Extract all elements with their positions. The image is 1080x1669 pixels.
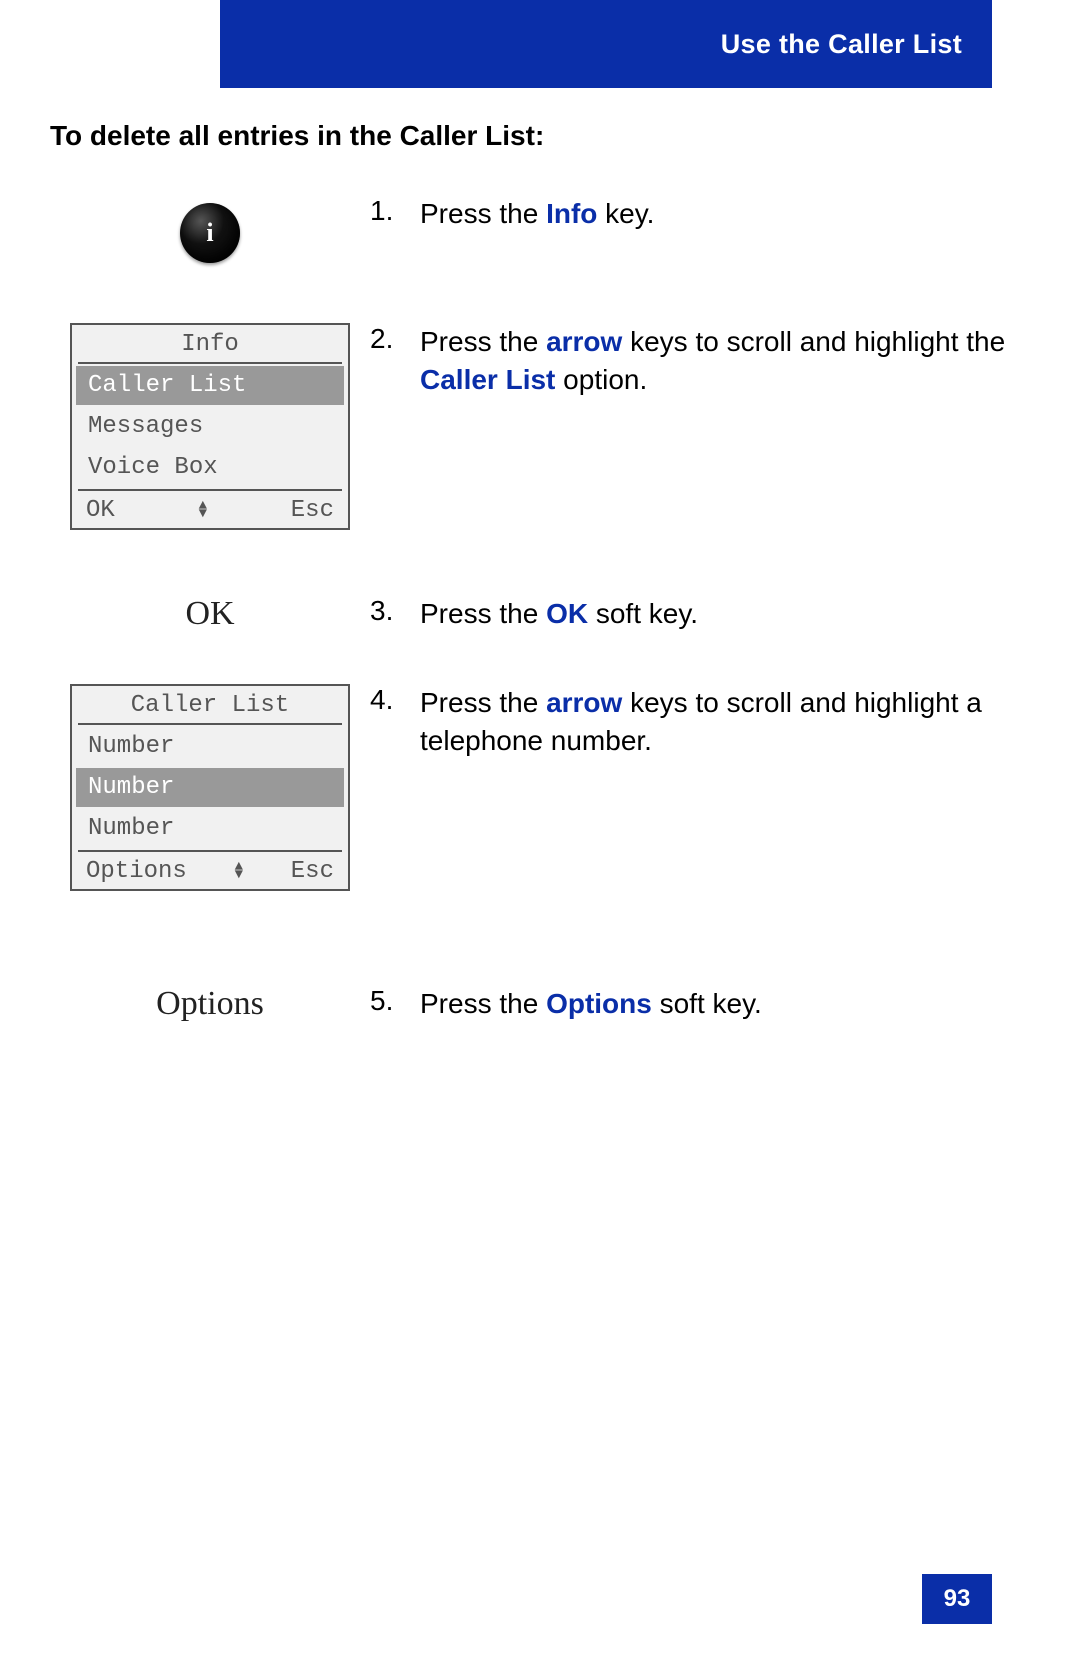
header-bar: Use the Caller List <box>220 0 992 88</box>
screen2-softkey-right: Esc <box>291 858 334 885</box>
step-1-row: i 1. Press the Info key. <box>50 195 1050 263</box>
step-4-num: 4. <box>370 684 400 716</box>
ok-keyword: OK <box>546 598 588 629</box>
updown-arrow-icon: ▲▼ <box>235 864 243 879</box>
options-label: Options <box>156 985 264 1023</box>
screen2-title: Caller List <box>78 686 342 725</box>
screen1-item-voicebox: Voice Box <box>76 448 344 487</box>
page-number: 93 <box>922 1574 992 1624</box>
step-4-text: Press the arrow keys to scroll and highl… <box>420 684 1050 760</box>
info-key-glyph: i <box>206 218 213 248</box>
callerlist-keyword: Caller List <box>420 364 555 395</box>
step-5-text: Press the Options soft key. <box>420 985 762 1023</box>
header-title: Use the Caller List <box>721 29 962 60</box>
section-title: To delete all entries in the Caller List… <box>50 120 544 152</box>
step-1-num: 1. <box>370 195 400 227</box>
screen1-item-callerlist: Caller List <box>76 366 344 405</box>
info-key-button: i <box>180 203 240 263</box>
screen2-item-1: Number <box>76 768 344 807</box>
screen1-item-messages: Messages <box>76 407 344 446</box>
screen2-item-0: Number <box>76 727 344 766</box>
phone-screen-callerlist: Caller List Number Number Number Options… <box>70 684 350 891</box>
phone-screen-info: Info Caller List Messages Voice Box OK ▲… <box>70 323 350 530</box>
updown-arrow-icon: ▲▼ <box>199 503 207 518</box>
step-3-text: Press the OK soft key. <box>420 595 698 633</box>
step-4-row: Caller List Number Number Number Options… <box>50 684 1050 891</box>
step-5-row: Options 5. Press the Options soft key. <box>50 985 1050 1023</box>
arrow-keyword-2: arrow <box>546 687 622 718</box>
screen1-softkeys: OK ▲▼ Esc <box>78 489 342 528</box>
step-2-text: Press the arrow keys to scroll and highl… <box>420 323 1050 399</box>
info-keyword: Info <box>546 198 597 229</box>
ok-label: OK <box>185 595 234 633</box>
screen1-softkey-left: OK <box>86 497 115 524</box>
step-3-num: 3. <box>370 595 400 627</box>
step-3-row: OK 3. Press the OK soft key. <box>50 595 1050 633</box>
step-2-num: 2. <box>370 323 400 355</box>
arrow-keyword: arrow <box>546 326 622 357</box>
screen1-title: Info <box>78 325 342 364</box>
screen1-softkey-right: Esc <box>291 497 334 524</box>
step-2-row: Info Caller List Messages Voice Box OK ▲… <box>50 323 1050 530</box>
screen2-softkeys: Options ▲▼ Esc <box>78 850 342 889</box>
screen2-softkey-left: Options <box>86 858 187 885</box>
options-keyword: Options <box>546 988 652 1019</box>
step-1-text: Press the Info key. <box>420 195 654 233</box>
step-5-num: 5. <box>370 985 400 1017</box>
screen2-item-2: Number <box>76 809 344 848</box>
